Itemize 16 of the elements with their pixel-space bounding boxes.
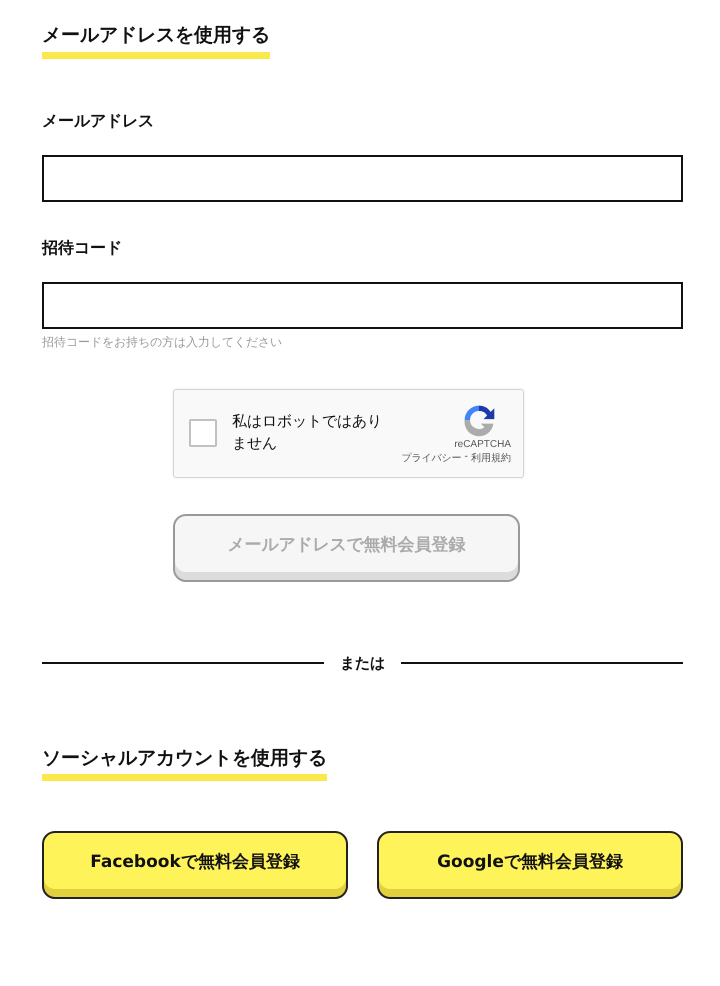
checkbox[interactable] [189,419,217,448]
field-label: メールアドレス [42,110,155,132]
field-hint: 招待コードをお持ちの方は入力してください [42,334,283,351]
privacy-link[interactable]: プライバシー [401,450,462,465]
captcha-brand: reCAPTCHA [454,438,511,450]
section-heading: メールアドレスを使用する [42,22,270,59]
captcha-label: 私はロボットではありません [232,411,383,454]
section-heading: ソーシャルアカウントを使用する [42,744,327,782]
link-separator: - [464,450,468,464]
social-register-button[interactable]: Facebookで無料会員登録 [42,831,348,900]
field-label: 招待コード [42,238,123,259]
input-field[interactable] [42,154,683,202]
divider-label: または [340,654,385,673]
social-register-button[interactable]: Googleで無料会員登録 [377,831,683,900]
terms-link[interactable]: 利用規約 [471,450,511,465]
input-field[interactable] [42,282,683,329]
